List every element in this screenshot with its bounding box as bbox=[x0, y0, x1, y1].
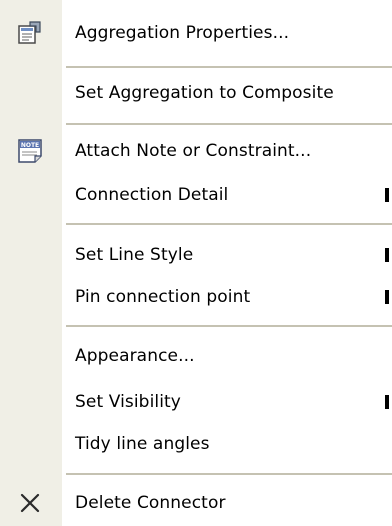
menu-item-label: Delete Connector bbox=[75, 493, 226, 513]
menu-item-label: Attach Note or Constraint... bbox=[75, 141, 312, 161]
menu-item-tidy-line-angles[interactable]: Tidy line angles bbox=[0, 424, 392, 464]
menu-item-label: Appearance... bbox=[75, 346, 195, 366]
submenu-arrow-icon bbox=[385, 290, 389, 304]
menu-item-pin-connection-point[interactable]: Pin connection point bbox=[0, 277, 392, 317]
delete-x-icon bbox=[16, 489, 44, 517]
menu-item-delete-connector[interactable]: Delete Connector bbox=[0, 483, 392, 523]
menu-item-attach-note[interactable]: NOTE Attach Note or Constraint... bbox=[0, 131, 392, 171]
submenu-arrow-icon bbox=[385, 248, 389, 262]
aggregation-properties-icon bbox=[16, 19, 44, 47]
menu-item-appearance[interactable]: Appearance... bbox=[0, 336, 392, 376]
menu-separator bbox=[66, 223, 392, 225]
menu-separator bbox=[66, 123, 392, 125]
menu-separator bbox=[66, 325, 392, 327]
menu-item-label: Pin connection point bbox=[75, 287, 251, 307]
menu-item-set-line-style[interactable]: Set Line Style bbox=[0, 235, 392, 275]
menu-item-aggregation-properties[interactable]: Aggregation Properties... bbox=[0, 13, 392, 53]
menu-item-label: Set Aggregation to Composite bbox=[75, 83, 334, 103]
submenu-arrow-icon bbox=[385, 188, 389, 202]
menu-item-label: Set Visibility bbox=[75, 392, 181, 412]
menu-item-label: Aggregation Properties... bbox=[75, 23, 290, 43]
menu-item-label: Connection Detail bbox=[75, 185, 229, 205]
submenu-arrow-icon bbox=[385, 395, 389, 409]
menu-item-connection-detail[interactable]: Connection Detail bbox=[0, 175, 392, 215]
note-icon: NOTE bbox=[16, 137, 44, 165]
menu-item-set-visibility[interactable]: Set Visibility bbox=[0, 382, 392, 422]
menu-item-label: Tidy line angles bbox=[75, 434, 210, 454]
menu-separator bbox=[66, 473, 392, 475]
menu-item-set-aggregation-composite[interactable]: Set Aggregation to Composite bbox=[0, 73, 392, 113]
menu-item-label: Set Line Style bbox=[75, 245, 194, 265]
context-menu: Aggregation Properties... Set Aggregatio… bbox=[0, 0, 392, 526]
menu-separator bbox=[66, 66, 392, 68]
svg-text:NOTE: NOTE bbox=[21, 142, 39, 149]
